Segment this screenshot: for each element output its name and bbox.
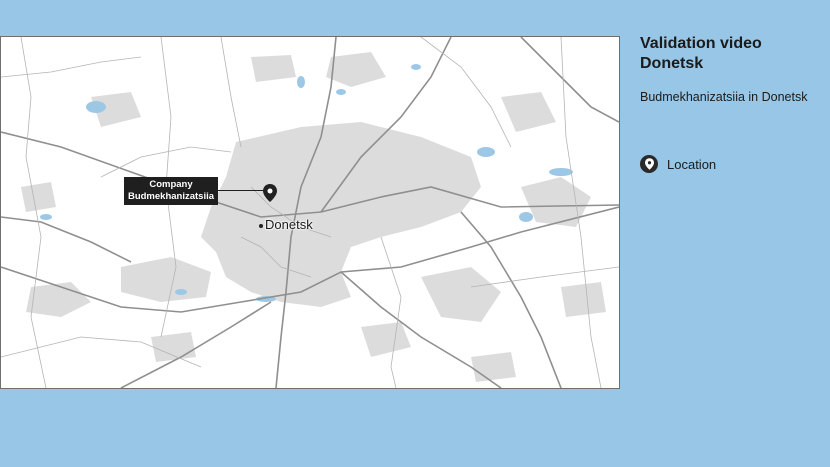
panel-subtitle: Budmekhanizatsiia in Donetsk	[640, 90, 808, 104]
panel-title-line-2: Donetsk	[640, 55, 704, 72]
map-view[interactable]	[0, 36, 620, 389]
city-label: Donetsk	[265, 217, 313, 232]
info-panel: Validation video Donetsk Budmekhanizatsi…	[640, 34, 820, 105]
panel-title: Validation video Donetsk	[640, 34, 820, 74]
callout-line-2: Budmekhanizatsiia	[127, 191, 215, 202]
company-callout: Company Budmekhanizatsiia	[124, 177, 218, 205]
location-pin-icon[interactable]	[263, 184, 277, 202]
legend: Location	[640, 155, 716, 173]
panel-title-line-1: Validation video	[640, 35, 762, 52]
callout-leader-line	[218, 190, 264, 191]
city-dot	[259, 224, 263, 228]
legend-label-location: Location	[667, 156, 717, 172]
callout-line-1: Company	[149, 179, 193, 190]
map-canvas	[1, 37, 619, 388]
location-pin-icon	[640, 155, 658, 173]
